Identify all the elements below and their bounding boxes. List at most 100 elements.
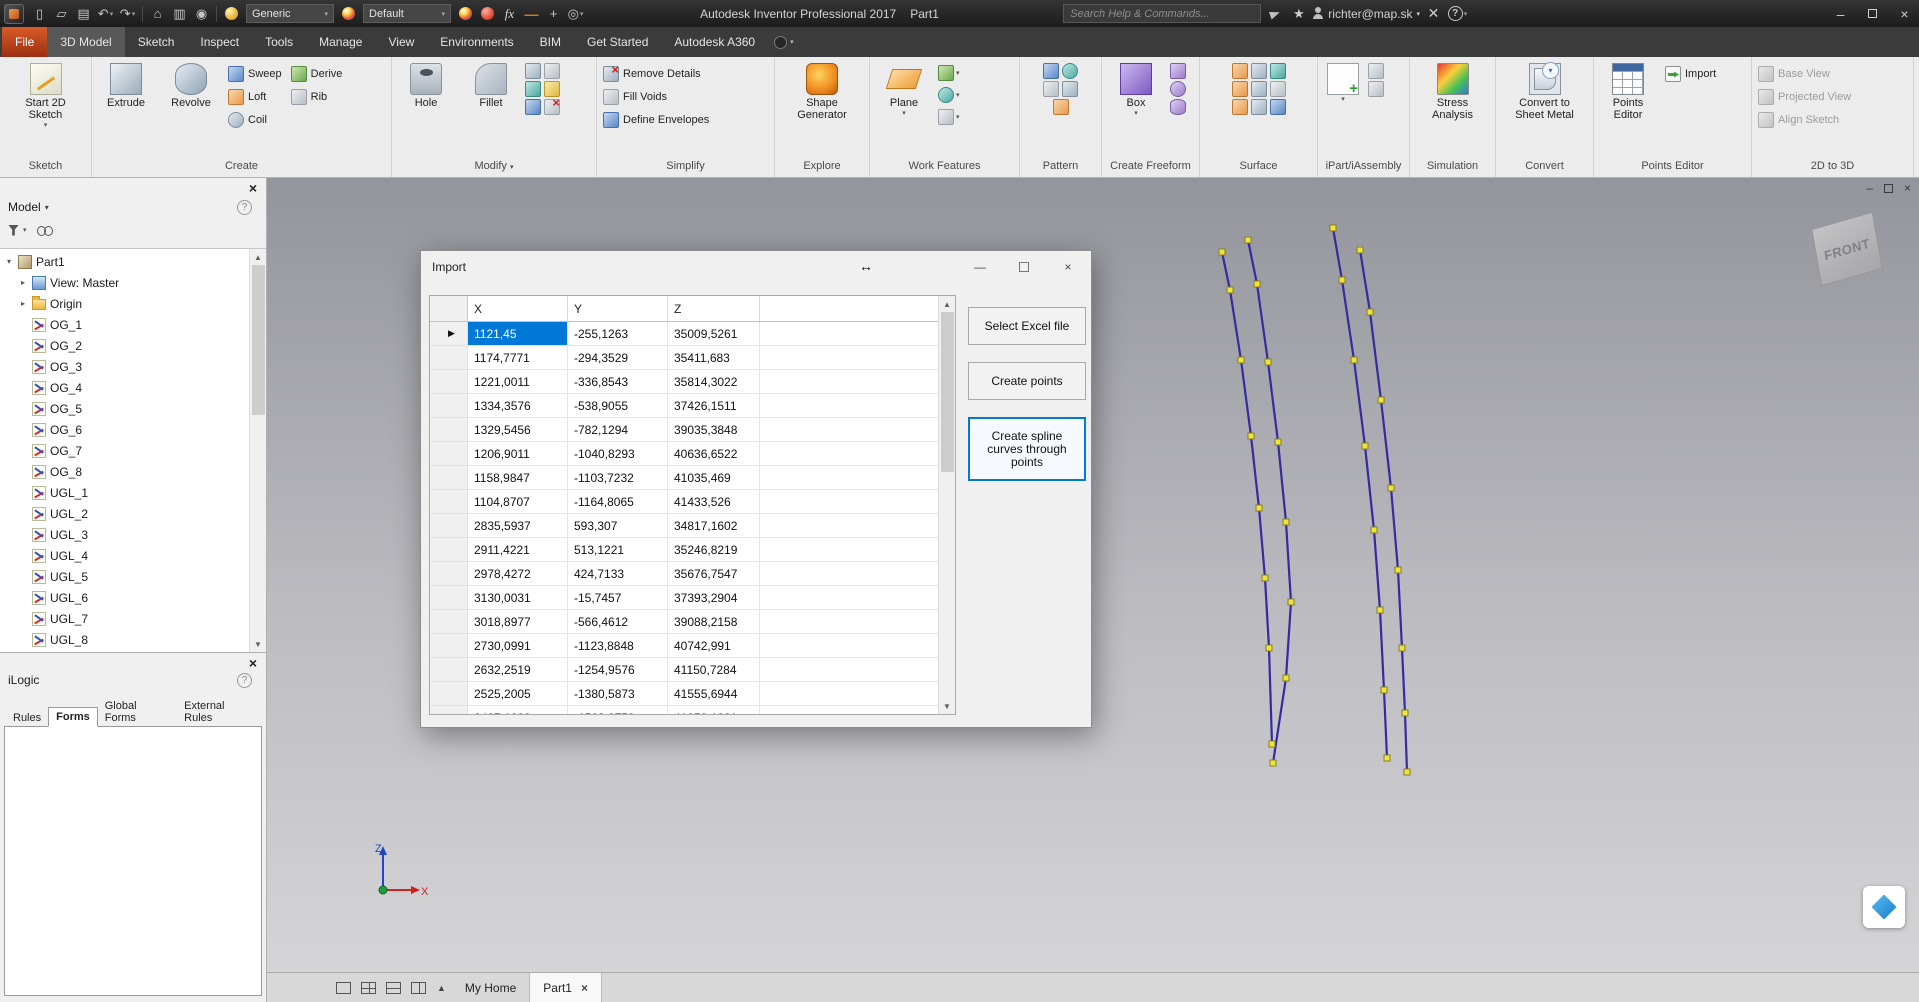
scroll-down-icon[interactable]: ▼ — [943, 698, 951, 714]
patch-icon[interactable] — [1231, 81, 1248, 97]
model-viewport[interactable]: – × FRONT Z X Import ↔ — × X Y Z ▶ 1121,… — [267, 178, 1919, 1002]
ilogic-tab-global-forms[interactable]: Global Forms — [98, 697, 177, 727]
cell-x[interactable]: 2427,1933 — [468, 706, 568, 714]
measure-icon[interactable]: — — [521, 2, 542, 25]
arrange-single-icon[interactable] — [331, 976, 356, 1000]
row-selector[interactable] — [430, 610, 468, 633]
cell-z[interactable]: 35411,683 — [668, 346, 760, 369]
freeform-cylinder-icon[interactable] — [1170, 99, 1186, 115]
edit-factory-icon[interactable] — [1368, 63, 1384, 79]
ilogic-tab-rules[interactable]: Rules — [6, 709, 48, 727]
import-table-row[interactable]: ▶ 1121,45 -255,1263 35009,5261 — [430, 322, 955, 346]
row-selector[interactable] — [430, 394, 468, 417]
a360-overlay-button[interactable] — [1863, 886, 1905, 928]
work-point[interactable] — [1403, 768, 1411, 776]
stitch-icon[interactable] — [1231, 63, 1248, 79]
row-selector[interactable] — [430, 346, 468, 369]
cell-z[interactable]: 41555,6944 — [668, 682, 760, 705]
edit-member-icon[interactable] — [1368, 81, 1384, 97]
work-point[interactable] — [1370, 526, 1378, 534]
sketch-pattern-icon[interactable] — [1043, 81, 1059, 97]
dialog-close-button[interactable]: × — [1046, 252, 1090, 281]
row-selector[interactable] — [430, 514, 468, 537]
adjust-sphere-icon[interactable] — [455, 2, 476, 25]
tree-item-og-6[interactable]: OG_6 — [0, 419, 249, 440]
cell-x[interactable]: 1329,5456 — [468, 418, 568, 441]
doc-close-button[interactable]: × — [1904, 181, 1911, 195]
work-point[interactable] — [1387, 484, 1395, 492]
appearance-combo[interactable]: Default ▾ — [363, 4, 451, 23]
expand-tabs-icon[interactable]: ▲ — [437, 983, 446, 993]
import-table-row[interactable]: 2632,2519 -1254,9576 41150,7284 — [430, 658, 955, 682]
new-file-icon[interactable]: ▯ — [29, 2, 50, 25]
tab-view[interactable]: View — [375, 27, 427, 57]
work-point[interactable] — [1366, 308, 1374, 316]
shape-generator-button[interactable]: Shape Generator — [791, 60, 853, 158]
cell-x[interactable]: 2835,5937 — [468, 514, 568, 537]
inventor-app-icon[interactable] — [4, 3, 24, 24]
remove-details-button[interactable]: Remove Details — [600, 62, 712, 84]
cell-z[interactable]: 40742,991 — [668, 634, 760, 657]
work-point[interactable] — [1398, 644, 1406, 652]
tree-item-og-7[interactable]: OG_7 — [0, 440, 249, 461]
import-table-row[interactable]: 1104,8707 -1164,8065 41433,526 — [430, 490, 955, 514]
tree-scrollbar[interactable]: ▲ ▼ — [249, 249, 266, 652]
import-table-row[interactable]: 1329,5456 -782,1294 39035,3848 — [430, 418, 955, 442]
row-selector[interactable] — [430, 586, 468, 609]
ilogic-tab-external-rules[interactable]: External Rules — [177, 697, 262, 727]
ucs-button[interactable]: ▾ — [938, 107, 960, 127]
delete-surface-icon[interactable] — [1250, 99, 1267, 115]
cell-x[interactable]: 3018,8977 — [468, 610, 568, 633]
add-icon[interactable]: + — [543, 2, 564, 25]
projected-view-button[interactable]: Projected View — [1755, 86, 1854, 107]
extend-icon[interactable] — [1250, 81, 1267, 97]
work-point[interactable] — [1244, 236, 1252, 244]
ilogic-tab-forms[interactable]: Forms — [48, 707, 98, 727]
parameters-fx-icon[interactable]: fx — [499, 2, 520, 25]
cell-y[interactable]: 593,307 — [568, 514, 668, 537]
cell-z[interactable]: 35676,7547 — [668, 562, 760, 585]
work-point[interactable] — [1350, 356, 1358, 364]
tree-item-ugl-5[interactable]: UGL_5 — [0, 566, 249, 587]
cell-x[interactable]: 2632,2519 — [468, 658, 568, 681]
help-icon[interactable]: ? — [237, 672, 252, 688]
send-feedback-icon[interactable] — [1264, 2, 1285, 25]
import-table-row[interactable]: 1221,0011 -336,8543 35814,3022 — [430, 370, 955, 394]
library-icon[interactable]: ▥ — [169, 2, 190, 25]
spline-curve[interactable] — [1220, 251, 1274, 745]
import-table-row[interactable]: 1174,7771 -294,3529 35411,683 — [430, 346, 955, 370]
trim-icon[interactable] — [1250, 63, 1267, 79]
tree-item-ugl-1[interactable]: UGL_1 — [0, 482, 249, 503]
work-point[interactable] — [1377, 396, 1385, 404]
visibility-dropdown-icon[interactable]: ◎ ▾ — [565, 2, 586, 25]
boundary-patch-icon[interactable] — [1269, 81, 1286, 97]
freeform-plane-icon[interactable] — [1170, 63, 1186, 79]
dialog-minimize-button[interactable]: — — [958, 252, 1002, 281]
cell-y[interactable]: -1123,8848 — [568, 634, 668, 657]
import-table-row[interactable]: 1206,9011 -1040,8293 40636,6522 — [430, 442, 955, 466]
cell-x[interactable]: 1206,9011 — [468, 442, 568, 465]
help-search-input[interactable] — [1063, 4, 1262, 23]
doc-minimize-button[interactable]: – — [1866, 181, 1873, 195]
appearance-sphere-icon[interactable] — [338, 2, 359, 25]
work-point[interactable] — [1394, 566, 1402, 574]
import-table-row[interactable]: 1334,3576 -538,9055 37426,1511 — [430, 394, 955, 418]
cell-y[interactable]: -336,8543 — [568, 370, 668, 393]
work-point[interactable] — [1226, 286, 1234, 294]
material-sphere-icon[interactable] — [221, 2, 242, 25]
home-icon[interactable]: ⌂ — [147, 2, 168, 25]
tree-item-ugl-7[interactable]: UGL_7 — [0, 608, 249, 629]
base-view-button[interactable]: Base View — [1755, 63, 1854, 84]
search-icon[interactable] — [36, 225, 53, 236]
import-table-row[interactable]: 2911,4221 513,1221 35246,8219 — [430, 538, 955, 562]
tab-inspect[interactable]: Inspect — [187, 27, 252, 57]
window-close-button[interactable]: × — [1890, 0, 1919, 27]
tab-file[interactable]: File — [2, 27, 48, 57]
import-dialog[interactable]: Import ↔ — × X Y Z ▶ 1121,45 -255,1263 3500… — [420, 250, 1092, 728]
freeform-sphere-icon[interactable] — [1170, 81, 1186, 97]
create-ipart-button[interactable]: ▾ — [1321, 60, 1365, 158]
point-button[interactable]: ▾ — [938, 85, 960, 105]
cell-x[interactable]: 2911,4221 — [468, 538, 568, 561]
tree-item-view-master[interactable]: ▸ View: Master — [0, 272, 249, 293]
cell-y[interactable]: 424,7133 — [568, 562, 668, 585]
